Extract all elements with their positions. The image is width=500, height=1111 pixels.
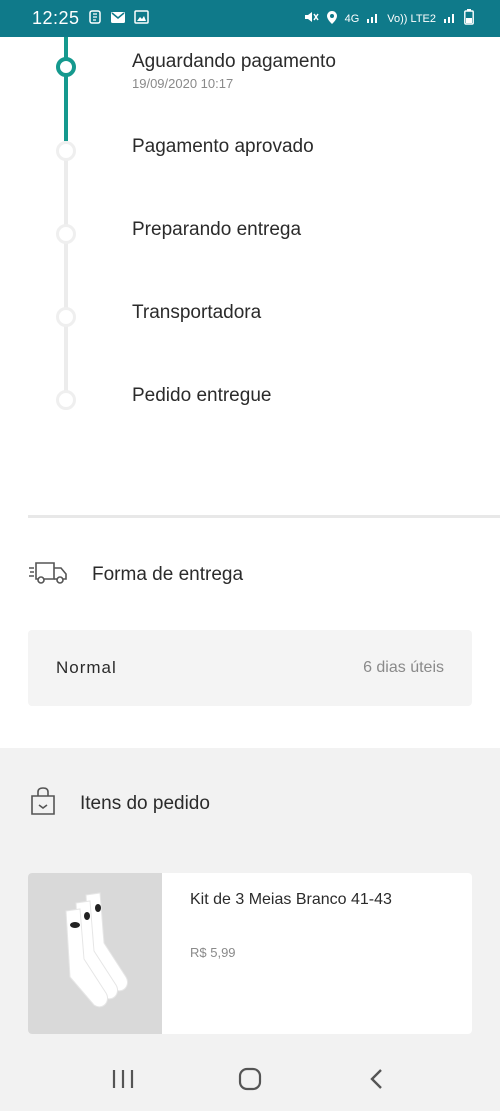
step-dot-icon [56, 141, 76, 161]
step-dot-icon [56, 224, 76, 244]
step-label: Transportadora [132, 302, 262, 323]
shopping-bag-icon [28, 786, 58, 821]
order-status-timeline: Aguardando pagamento 19/09/2020 10:17 Pa… [0, 37, 500, 517]
item-name: Kit de 3 Meias Branco 41-43 [190, 891, 392, 908]
signal-icon-2 [443, 11, 457, 26]
step-label: Pedido entregue [132, 385, 272, 406]
timeline-progress [64, 37, 68, 141]
delivery-method: Normal [56, 658, 117, 677]
status-bar: 12:25 4G Vo)) LTE2 [0, 0, 500, 37]
mute-icon [303, 10, 319, 27]
delivery-option[interactable]: Normal 6 dias úteis [28, 630, 472, 706]
home-button[interactable] [220, 1059, 280, 1099]
step-dot-icon [56, 390, 76, 410]
volte-label: Vo)) LTE2 [387, 12, 436, 25]
truck-icon [28, 560, 68, 591]
signal-icon [366, 11, 380, 26]
section-divider [28, 515, 500, 518]
mail-icon [110, 9, 126, 29]
network-type-label: 4G [344, 12, 360, 25]
gallery-icon [133, 9, 149, 29]
recent-apps-button[interactable] [93, 1059, 153, 1099]
product-image [28, 873, 162, 1034]
back-button[interactable] [347, 1059, 407, 1099]
step-label: Aguardando pagamento [132, 51, 336, 72]
battery-icon [464, 9, 474, 28]
recent-apps-icon [113, 1069, 134, 1088]
delivery-header: Forma de entrega [28, 555, 472, 595]
delivery-time: 6 dias úteis [363, 659, 444, 676]
step-label: Pagamento aprovado [132, 136, 314, 157]
step-dot-icon [56, 307, 76, 327]
order-items-section: Itens do pedido Kit de 3 Meias Branco 41… [0, 748, 500, 1048]
status-time: 12:25 [32, 8, 80, 28]
back-icon [369, 1068, 382, 1089]
step-date: 19/09/2020 10:17 [132, 76, 234, 91]
location-icon [326, 10, 338, 28]
system-nav-bar [0, 1046, 500, 1111]
order-item-card[interactable]: Kit de 3 Meias Branco 41-43 R$ 5,99 [28, 873, 472, 1034]
item-price: R$ 5,99 [190, 945, 236, 960]
step-label: Preparando entrega [132, 219, 302, 240]
items-header: Itens do pedido [28, 786, 210, 821]
step-dot-icon [56, 57, 76, 77]
home-icon [238, 1067, 262, 1090]
notification-app-icon [88, 9, 102, 29]
items-title: Itens do pedido [80, 792, 210, 814]
delivery-title: Forma de entrega [92, 564, 244, 585]
